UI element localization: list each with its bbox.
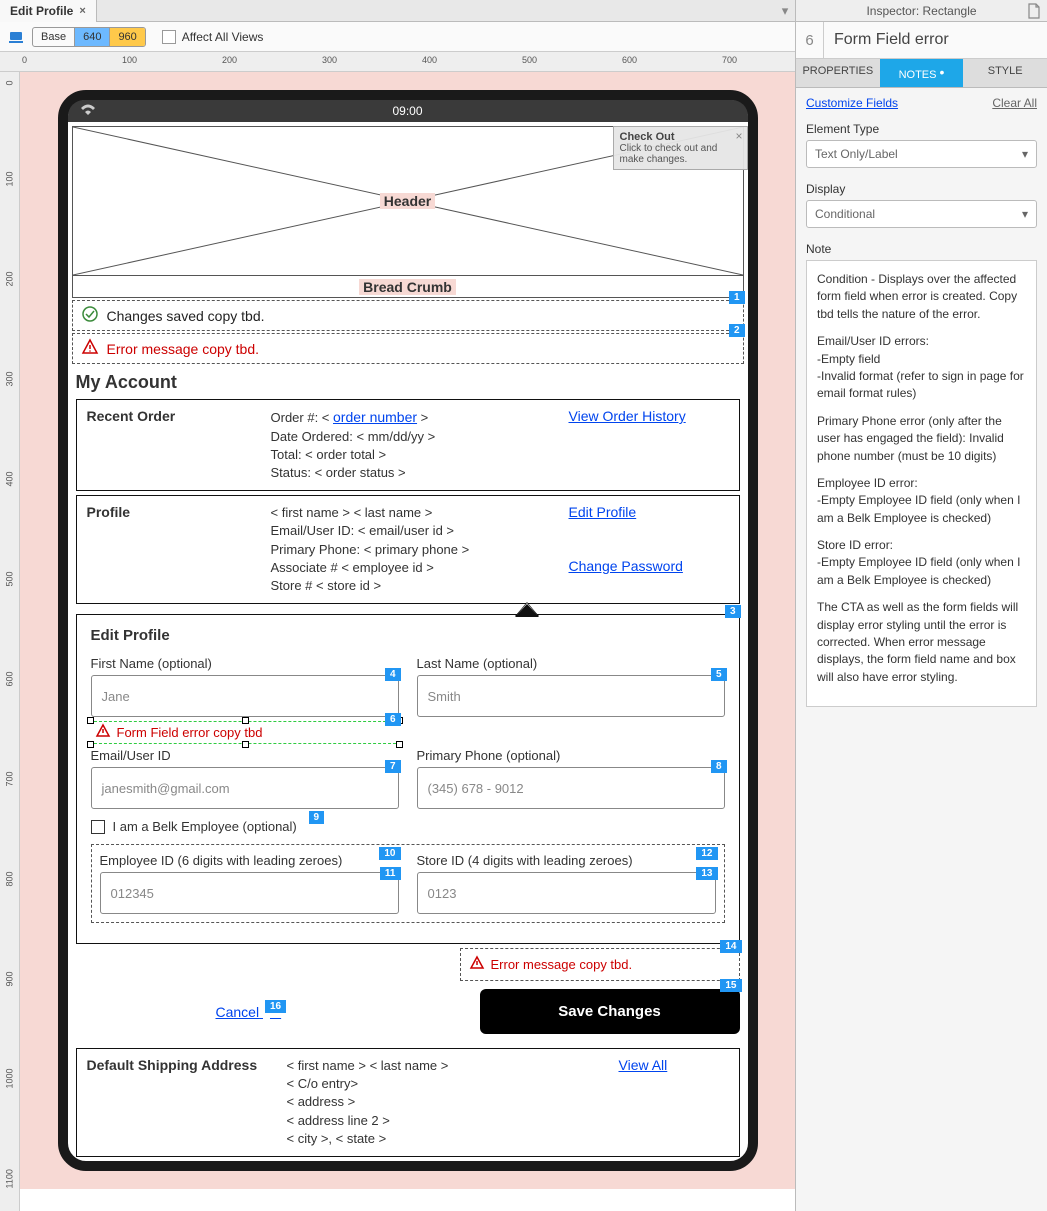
selected-element[interactable]: Form Field error copy tbd 6 [91, 721, 399, 744]
bp-640[interactable]: 640 [75, 28, 110, 46]
device-icon[interactable] [8, 27, 28, 47]
marker-3[interactable]: 3 [725, 605, 741, 618]
email-input[interactable]: janesmith@gmail.com [91, 767, 399, 809]
view-order-history-link[interactable]: View Order History [569, 408, 686, 424]
display-select[interactable]: Conditional ▾ [806, 200, 1037, 228]
employee-group: Employee ID (6 digits with leading zeroe… [91, 844, 725, 923]
inspector-panel: Inspector: Rectangle 6 Form Field error … [795, 0, 1047, 1211]
element-title: Form Field error [824, 25, 959, 55]
marker-15[interactable]: 15 [720, 979, 741, 992]
last-name-label: Last Name (optional) [417, 656, 725, 671]
recent-order-card: Recent Order Order #: < order number > D… [76, 399, 740, 491]
cancel-button[interactable]: Cancel 16 [76, 1004, 285, 1020]
tab-notes[interactable]: NOTES • [880, 59, 964, 87]
marker-9[interactable]: 9 [309, 811, 325, 824]
breadcrumb-placeholder[interactable]: Bread Crumb [72, 276, 744, 298]
marker-8[interactable]: 8 [711, 760, 727, 773]
marker-10[interactable]: 10 [379, 847, 400, 860]
order-number-link[interactable]: order number [333, 409, 417, 425]
close-icon[interactable]: × [79, 5, 85, 17]
canvas[interactable]: 09:00 Header Bread Crumb × [20, 72, 795, 1211]
note-label: Note [806, 242, 1037, 256]
note-textarea[interactable]: Condition - Displays over the affected f… [806, 260, 1037, 707]
first-name-input[interactable]: Jane [91, 675, 399, 717]
edit-profile-link[interactable]: Edit Profile [569, 504, 637, 520]
chevron-down-icon: ▾ [1022, 207, 1028, 221]
marker-7[interactable]: 7 [385, 760, 401, 773]
element-type-label: Element Type [806, 122, 1037, 136]
belk-employee-label: I am a Belk Employee (optional) [113, 819, 297, 834]
display-label: Display [806, 182, 1037, 196]
marker-11[interactable]: 11 [380, 867, 401, 880]
edit-profile-card: 3 Edit Profile First Name (optional) Jan… [76, 614, 740, 944]
marker-1[interactable]: 1 [729, 291, 745, 304]
checkout-popup[interactable]: × Check Out Click to check out and make … [613, 126, 748, 170]
ruler-vertical: 0 100 200 300 400 500 600 700 800 900 10… [0, 72, 20, 1211]
tab-title: Edit Profile [10, 4, 73, 18]
shipping-title: Default Shipping Address [87, 1057, 287, 1148]
last-name-input[interactable]: Smith [417, 675, 725, 717]
view-all-link[interactable]: View All [619, 1057, 668, 1073]
wifi-icon [80, 104, 96, 119]
tab-bar: Edit Profile × ▾ [0, 0, 795, 22]
error-message-2[interactable]: Error message copy tbd. 14 [460, 948, 740, 981]
ruler-horizontal: 0 100 200 300 400 500 600 700 [0, 52, 795, 72]
email-label: Email/User ID [91, 748, 399, 763]
toolbar: Base 640 960 Affect All Views [0, 22, 795, 52]
store-id-input[interactable]: 0123 [417, 872, 716, 914]
device-frame: 09:00 Header Bread Crumb × [58, 90, 758, 1171]
tab-properties[interactable]: PROPERTIES [796, 59, 880, 87]
marker-4[interactable]: 4 [385, 668, 401, 681]
customize-fields-link[interactable]: Customize Fields [806, 96, 898, 110]
save-button[interactable]: Save Changes [480, 989, 740, 1034]
marker-14[interactable]: 14 [720, 940, 741, 953]
phone-label: Primary Phone (optional) [417, 748, 725, 763]
tab-style[interactable]: STYLE [963, 59, 1047, 87]
status-time: 09:00 [392, 104, 422, 118]
inspector-header: Inspector: Rectangle [866, 4, 976, 18]
field-error-text: Form Field error copy tbd [117, 725, 263, 740]
phone-input[interactable]: (345) 678 - 9012 [417, 767, 725, 809]
edit-title: Edit Profile [91, 627, 725, 644]
document-icon[interactable] [1027, 3, 1041, 22]
change-password-link[interactable]: Change Password [569, 558, 683, 574]
section-title: My Account [68, 366, 748, 395]
affect-all-label: Affect All Views [182, 30, 264, 44]
 [469, 955, 485, 974]
success-message[interactable]: Changes saved copy tbd. 1 [72, 300, 744, 331]
marker-5[interactable]: 5 [711, 668, 727, 681]
warning-icon [81, 338, 99, 359]
tab-menu-icon[interactable]: ▾ [775, 0, 795, 22]
chevron-down-icon: ▾ [1022, 147, 1028, 161]
clear-all-link[interactable]: Clear All [992, 96, 1037, 110]
bp-960[interactable]: 960 [110, 28, 144, 46]
recent-order-title: Recent Order [87, 408, 267, 482]
bp-base[interactable]: Base [33, 28, 75, 46]
error-message[interactable]: Error message copy tbd. 2 [72, 333, 744, 364]
belk-employee-checkbox[interactable] [91, 820, 105, 834]
marker-12[interactable]: 12 [696, 847, 717, 860]
affect-all-checkbox[interactable] [162, 30, 176, 44]
shipping-card: Default Shipping Address < first name > … [76, 1048, 740, 1157]
marker-6[interactable]: 6 [385, 713, 401, 726]
check-circle-icon [81, 305, 99, 326]
element-type-select[interactable]: Text Only/Label ▾ [806, 140, 1037, 168]
marker-13[interactable]: 13 [696, 867, 717, 880]
page-tab[interactable]: Edit Profile × [0, 0, 97, 22]
first-name-label: First Name (optional) [91, 656, 399, 671]
close-icon[interactable]: × [735, 129, 742, 143]
profile-title: Profile [87, 504, 267, 595]
employee-id-label: Employee ID (6 digits with leading zeroe… [100, 853, 399, 868]
profile-card: Profile < first name > < last name > Ema… [76, 495, 740, 604]
warning-icon [95, 723, 111, 742]
marker-16[interactable]: 16 [265, 1000, 286, 1013]
employee-id-input[interactable]: 012345 [100, 872, 399, 914]
element-number: 6 [796, 22, 824, 58]
marker-2[interactable]: 2 [729, 324, 745, 337]
store-id-label: Store ID (4 digits with leading zeroes) [417, 853, 716, 868]
